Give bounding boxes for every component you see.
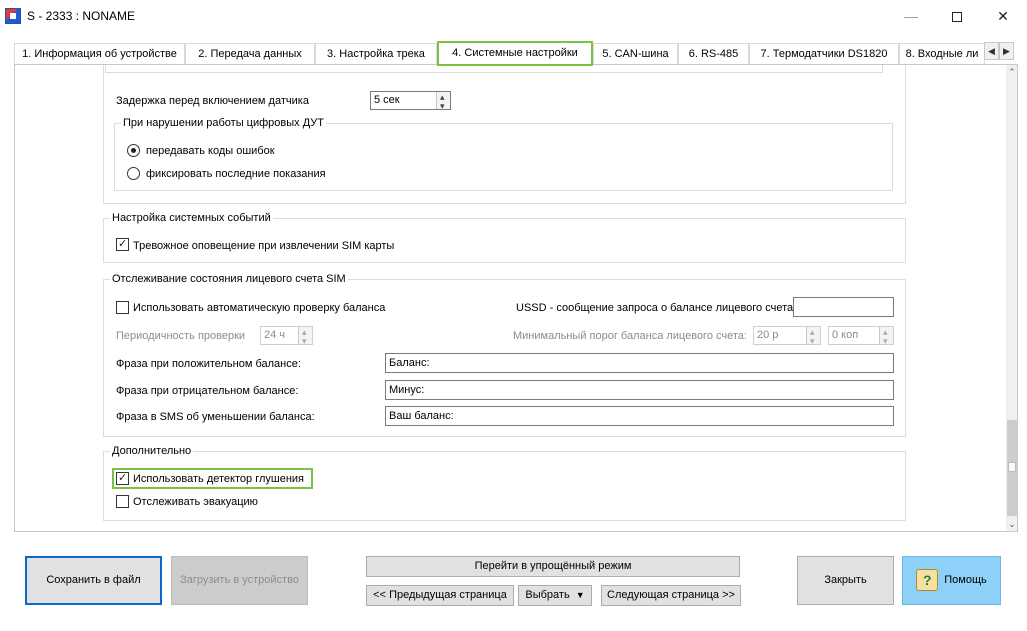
- threshold-rub-value: 20 р: [757, 329, 779, 341]
- scroll-down-icon[interactable]: ⌄: [1006, 517, 1017, 531]
- ussd-input[interactable]: [793, 297, 894, 317]
- positive-balance-input[interactable]: Баланс:: [385, 353, 894, 373]
- sim-alert-label: Тревожное оповещение при извлечении SIM …: [133, 240, 395, 252]
- radio-fix-last-readings-label: фиксировать последние показания: [146, 168, 326, 180]
- tab-data-transfer[interactable]: 2. Передача данных: [185, 43, 315, 65]
- check-period-label: Периодичность проверки: [116, 330, 246, 342]
- check-period-stepper[interactable]: 24 ч: [260, 324, 313, 350]
- stepper-arrows-icon[interactable]: [879, 324, 893, 350]
- title-bar: S - 2333 : NONAME — ✕: [0, 0, 1027, 33]
- simple-mode-button[interactable]: Перейти в упрощённый режим: [366, 556, 740, 577]
- decrease-balance-input[interactable]: Ваш баланс:: [385, 406, 894, 426]
- auto-balance-label: Использовать автоматическую проверку бал…: [133, 302, 386, 314]
- radio-send-error-codes-label: передавать коды ошибок: [146, 145, 275, 157]
- check-period-value: 24 ч: [264, 329, 286, 341]
- tab-device-info[interactable]: 1. Информация об устройстве: [14, 43, 185, 65]
- sensor-delay-stepper[interactable]: 5 сек: [370, 89, 451, 115]
- ussd-label: USSD - сообщение запроса о балансе лицев…: [516, 302, 794, 314]
- stepper-arrows-icon[interactable]: [298, 324, 312, 350]
- minimize-button[interactable]: —: [888, 0, 934, 33]
- scroll-up-icon[interactable]: ⌃: [1006, 65, 1017, 79]
- dut-group-title: При нарушении работы цифровых ДУТ: [121, 116, 327, 130]
- app-icon: [5, 8, 21, 24]
- threshold-kop-value: 0 коп: [832, 329, 859, 341]
- tab-can-bus[interactable]: 5. CAN-шина: [593, 43, 678, 65]
- stepper-arrows-icon[interactable]: [436, 89, 450, 115]
- sensor-delay-value: 5 сек: [374, 94, 400, 106]
- jamming-detector-checkbox[interactable]: [116, 471, 129, 485]
- auto-balance-checkbox[interactable]: [116, 301, 129, 314]
- radio-fix-last-readings[interactable]: [127, 167, 140, 180]
- help-label: Помощь: [944, 574, 987, 586]
- stepper-arrows-icon[interactable]: [806, 324, 820, 350]
- tab-system-settings[interactable]: 4. Системные настройки: [437, 41, 593, 66]
- tab-rs485[interactable]: 6. RS-485: [678, 43, 749, 65]
- threshold-rub-stepper[interactable]: 20 р: [753, 324, 821, 350]
- load-to-device-button[interactable]: Загрузить в устройство: [171, 556, 308, 605]
- choose-label: Выбрать: [525, 589, 570, 601]
- tab-bar: 1. Информация об устройстве 2. Передача …: [14, 41, 1018, 66]
- evacuation-checkbox[interactable]: [116, 495, 129, 508]
- negative-balance-label: Фраза при отрицательном балансе:: [116, 385, 299, 397]
- scroll-grip: [1008, 462, 1016, 472]
- tab-scroll-right-icon[interactable]: ▶: [999, 42, 1014, 60]
- choose-dropdown-button[interactable]: Выбрать ▼: [518, 585, 592, 606]
- decrease-balance-label: Фраза в SMS об уменьшении баланса:: [116, 411, 315, 423]
- help-button[interactable]: ? Помощь: [902, 556, 1001, 605]
- scrollbar-thumb[interactable]: [1007, 420, 1017, 516]
- save-to-file-button[interactable]: Сохранить в файл: [25, 556, 162, 605]
- close-button[interactable]: Закрыть: [797, 556, 894, 605]
- maximize-icon: [952, 12, 962, 23]
- jamming-detector-label: Использовать детектор глушения: [133, 473, 304, 485]
- vertical-scrollbar[interactable]: ⌃ ⌄: [1006, 65, 1017, 531]
- evacuation-label: Отслеживать эвакуацию: [133, 496, 258, 508]
- balance-group-title: Отслеживание состояния лицевого счета SI…: [110, 272, 348, 286]
- sensor-delay-label: Задержка перед включением датчика: [116, 95, 309, 107]
- tab-thermosensors[interactable]: 7. Термодатчики DS1820: [749, 43, 899, 65]
- threshold-kop-stepper[interactable]: 0 коп: [828, 324, 894, 350]
- tab-inputs[interactable]: 8. Входные ли: [899, 43, 985, 65]
- settings-panel: Задержка перед включением датчика 5 сек …: [14, 64, 1018, 532]
- maximize-button[interactable]: [934, 0, 980, 33]
- positive-balance-label: Фраза при положительном балансе:: [116, 358, 301, 370]
- negative-balance-input[interactable]: Минус:: [385, 380, 894, 400]
- system-events-title: Настройка системных событий: [110, 211, 273, 225]
- help-question-icon: ?: [916, 569, 939, 592]
- tab-scroll-left-icon[interactable]: ◀: [984, 42, 999, 60]
- tab-track-settings[interactable]: 3. Настройка трека: [315, 43, 437, 65]
- additional-group-title: Дополнительно: [110, 444, 194, 458]
- sim-alert-checkbox[interactable]: [116, 237, 129, 251]
- close-window-button[interactable]: ✕: [980, 0, 1026, 33]
- threshold-label: Минимальный порог баланса лицевого счета…: [513, 330, 747, 342]
- previous-page-button[interactable]: << Предыдущая страница: [366, 585, 514, 606]
- radio-send-error-codes[interactable]: [127, 144, 140, 157]
- caret-down-icon: ▼: [575, 590, 585, 600]
- window-title: S - 2333 : NONAME: [27, 9, 136, 23]
- next-page-button[interactable]: Следующая страница >>: [601, 585, 741, 606]
